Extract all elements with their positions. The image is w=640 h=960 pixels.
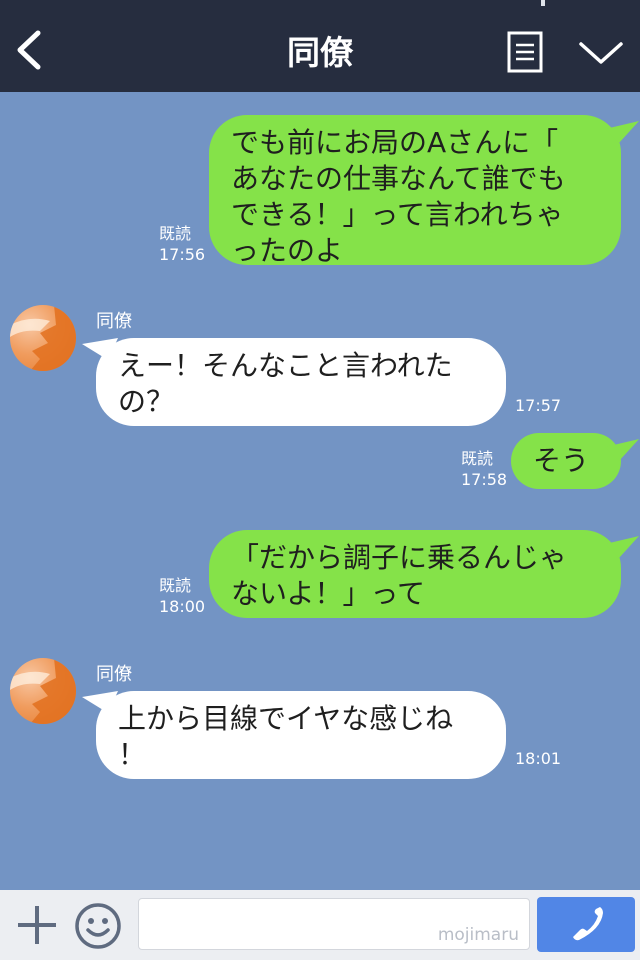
input-bar: mojimaru bbox=[0, 890, 640, 960]
message-line: ！ bbox=[118, 738, 147, 771]
chat-area[interactable]: 既読 17:56 でも前にお局のAさんに「 あなたの仕事なんて誰でも できる！」… bbox=[0, 92, 640, 890]
message-line: の？ bbox=[118, 385, 175, 418]
call-button[interactable] bbox=[537, 897, 635, 952]
read-receipt: 既読 bbox=[159, 224, 192, 243]
bubble-tail bbox=[605, 439, 639, 461]
chat-title: 同僚 bbox=[287, 33, 353, 72]
bubble-tail bbox=[605, 536, 639, 558]
header-bar: 同僚 bbox=[0, 0, 640, 92]
message-line: あなたの仕事なんて誰でも bbox=[231, 162, 566, 195]
message-line: 上から目線でイヤな感じね bbox=[118, 702, 454, 735]
message-meta: 既読 17:58 bbox=[461, 448, 507, 490]
phone-icon bbox=[573, 907, 603, 941]
message-line: そう bbox=[533, 444, 590, 477]
status-indicator bbox=[541, 0, 545, 6]
message-line: ったのよ bbox=[231, 234, 344, 267]
sender-name: 同僚 bbox=[96, 664, 132, 685]
my-message-bubble[interactable]: でも前にお局のAさんに「 あなたの仕事なんて誰でも できる！」って言われちゃ っ… bbox=[209, 115, 621, 267]
message-line: でも前にお局のAさんに「 bbox=[231, 126, 559, 159]
message-line: ないよ！」って bbox=[231, 577, 426, 610]
notes-icon[interactable] bbox=[507, 31, 543, 73]
sender-name: 同僚 bbox=[96, 311, 132, 332]
message-input[interactable]: mojimaru bbox=[138, 898, 530, 950]
chevron-down-icon[interactable] bbox=[578, 38, 624, 68]
read-receipt: 既読 bbox=[461, 449, 494, 468]
their-message-bubble[interactable]: えー！そんなこと言われた の？ bbox=[96, 338, 506, 426]
read-receipt: 既読 bbox=[159, 576, 192, 595]
message-meta: 既読 17:56 bbox=[159, 223, 205, 265]
bubble-tail bbox=[605, 121, 639, 143]
avatar[interactable] bbox=[10, 658, 76, 724]
message-time: 17:56 bbox=[159, 245, 206, 264]
message-time: 17:58 bbox=[461, 470, 508, 489]
message-time: 17:57 bbox=[515, 396, 562, 415]
smiley-icon[interactable] bbox=[74, 902, 122, 950]
message-line: えー！そんなこと言われた bbox=[118, 349, 453, 382]
message-meta: 既読 18:00 bbox=[159, 575, 205, 617]
message-time: 18:01 bbox=[515, 749, 562, 768]
avatar-image bbox=[10, 305, 76, 371]
my-message-bubble[interactable]: 「だから調子に乗るんじゃ ないよ！」って bbox=[209, 530, 621, 618]
message-time: 18:00 bbox=[159, 597, 206, 616]
their-message-bubble[interactable]: 上から目線でイヤな感じね ！ bbox=[96, 691, 506, 779]
plus-icon[interactable] bbox=[16, 904, 58, 946]
message-line: 「だから調子に乗るんじゃ bbox=[231, 541, 568, 574]
avatar[interactable] bbox=[10, 305, 76, 371]
watermark-text: mojimaru bbox=[437, 925, 519, 945]
avatar-image bbox=[10, 658, 76, 724]
message-line: できる！」って言われちゃ bbox=[231, 198, 564, 231]
